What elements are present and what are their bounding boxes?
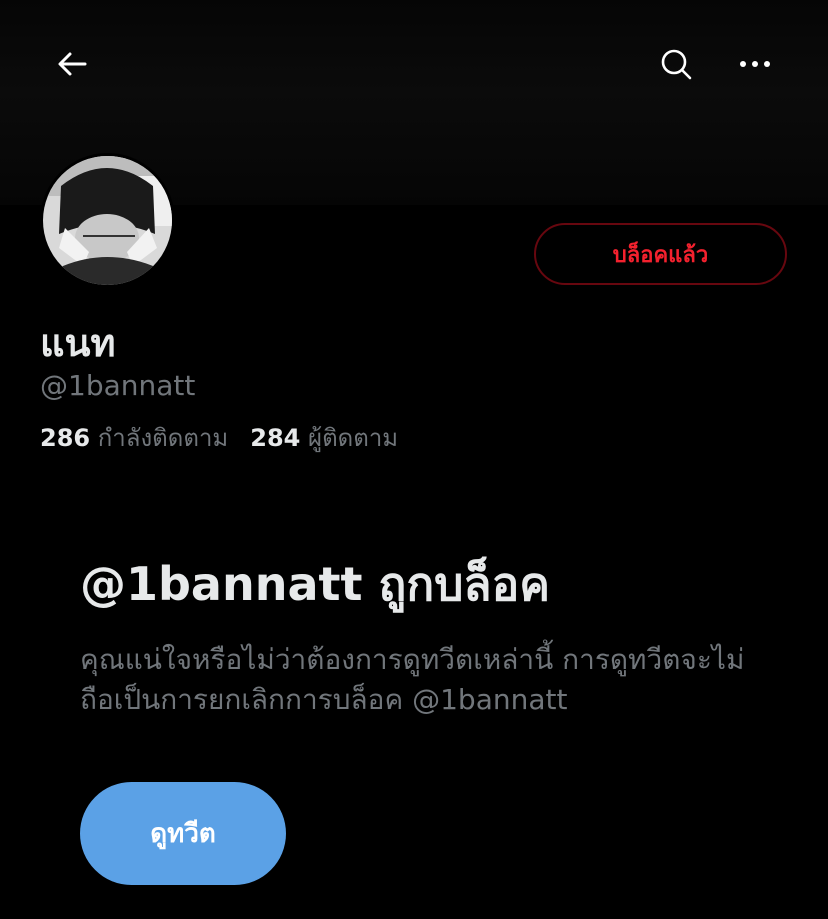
blocked-button[interactable]: บล็อคแล้ว: [534, 223, 787, 285]
following-label: กำลังติดตาม: [97, 424, 229, 452]
view-tweets-button[interactable]: ดูทวีต: [80, 782, 286, 885]
profile-display-name: แนท: [40, 321, 116, 365]
followers-stat[interactable]: 284 ผู้ติดตาม: [250, 418, 398, 457]
profile-stats: 286 กำลังติดตาม 284 ผู้ติดตาม: [40, 418, 398, 457]
more-horizontal-icon: [740, 61, 770, 67]
search-button[interactable]: [654, 42, 698, 86]
profile-handle: @1bannatt: [40, 369, 196, 402]
followers-count: 284: [250, 424, 301, 452]
view-tweets-label: ดูทวีต: [150, 819, 216, 849]
search-icon: [661, 49, 692, 80]
avatar[interactable]: [40, 153, 175, 288]
following-stat[interactable]: 286 กำลังติดตาม: [40, 418, 228, 457]
blocked-button-label: บล็อคแล้ว: [612, 242, 709, 268]
more-button[interactable]: [733, 42, 777, 86]
avatar-photo: [43, 156, 172, 285]
blocked-notice-description: คุณแน่ใจหรือไม่ว่าต้องการดูทวีตเหล่านี้ …: [80, 643, 745, 716]
followers-label: ผู้ติดตาม: [308, 424, 399, 452]
following-count: 286: [40, 424, 91, 452]
back-button[interactable]: [50, 42, 94, 86]
blocked-notice-title: @1bannatt ถูกบล็อค: [80, 557, 550, 611]
arrow-left-icon: [58, 52, 87, 76]
